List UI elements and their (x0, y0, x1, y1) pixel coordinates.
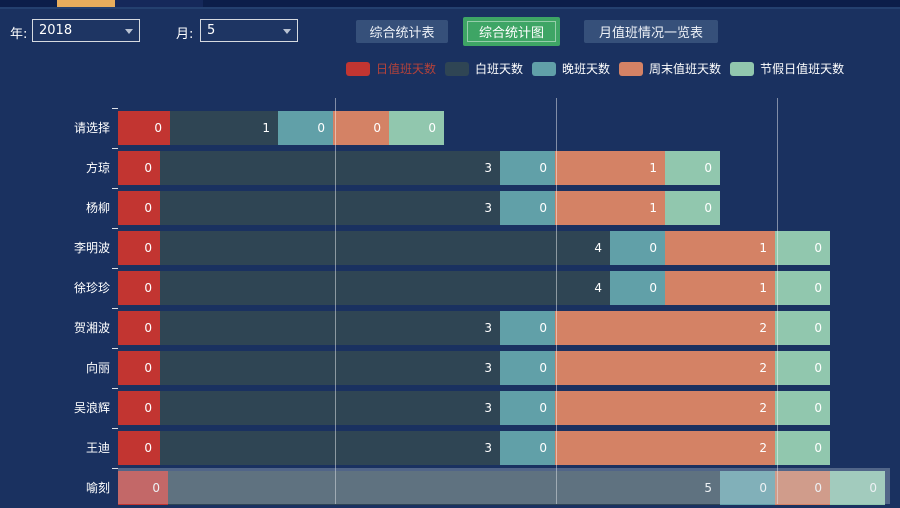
year-label: 年: (10, 23, 27, 42)
summary-table-button[interactable]: 综合统计表 (356, 20, 448, 43)
legend-label: 白班天数 (475, 60, 523, 77)
chevron-down-icon (125, 29, 133, 34)
legend-label: 晚班天数 (562, 60, 610, 77)
legend-item-2[interactable]: 白班天数 (445, 60, 523, 77)
legend-label: 周末值班天数 (649, 60, 721, 77)
monthly-duty-list-button[interactable]: 月值班情况一览表 (584, 20, 718, 43)
legend-swatch-icon (619, 62, 643, 76)
legend-item-4[interactable]: 周末值班天数 (619, 60, 721, 77)
month-select-value: 5 (207, 23, 215, 38)
month-select[interactable]: 5 (200, 19, 298, 42)
chart-legend: 日值班天数 白班天数 晚班天数 周末值班天数 节假日值班天数 (346, 60, 844, 77)
legend-swatch-icon (730, 62, 754, 76)
legend-item-1[interactable]: 日值班天数 (346, 60, 436, 77)
legend-swatch-icon (445, 62, 469, 76)
legend-label: 日值班天数 (376, 60, 436, 77)
chevron-down-icon (283, 29, 291, 34)
legend-swatch-icon (532, 62, 556, 76)
legend-label: 节假日值班天数 (760, 60, 844, 77)
duty-statistics-page: 年: 2018 月: 5 综合统计表 综合统计图 月值班情况一览表 日值班天数 白… (0, 0, 900, 504)
legend-swatch-icon (346, 62, 370, 76)
year-select[interactable]: 2018 (32, 19, 140, 42)
legend-item-5[interactable]: 节假日值班天数 (730, 60, 844, 77)
legend-item-3[interactable]: 晚班天数 (532, 60, 610, 77)
summary-chart-button[interactable]: 综合统计图 (463, 17, 560, 46)
month-label: 月: (176, 23, 193, 42)
year-select-value: 2018 (39, 23, 72, 38)
